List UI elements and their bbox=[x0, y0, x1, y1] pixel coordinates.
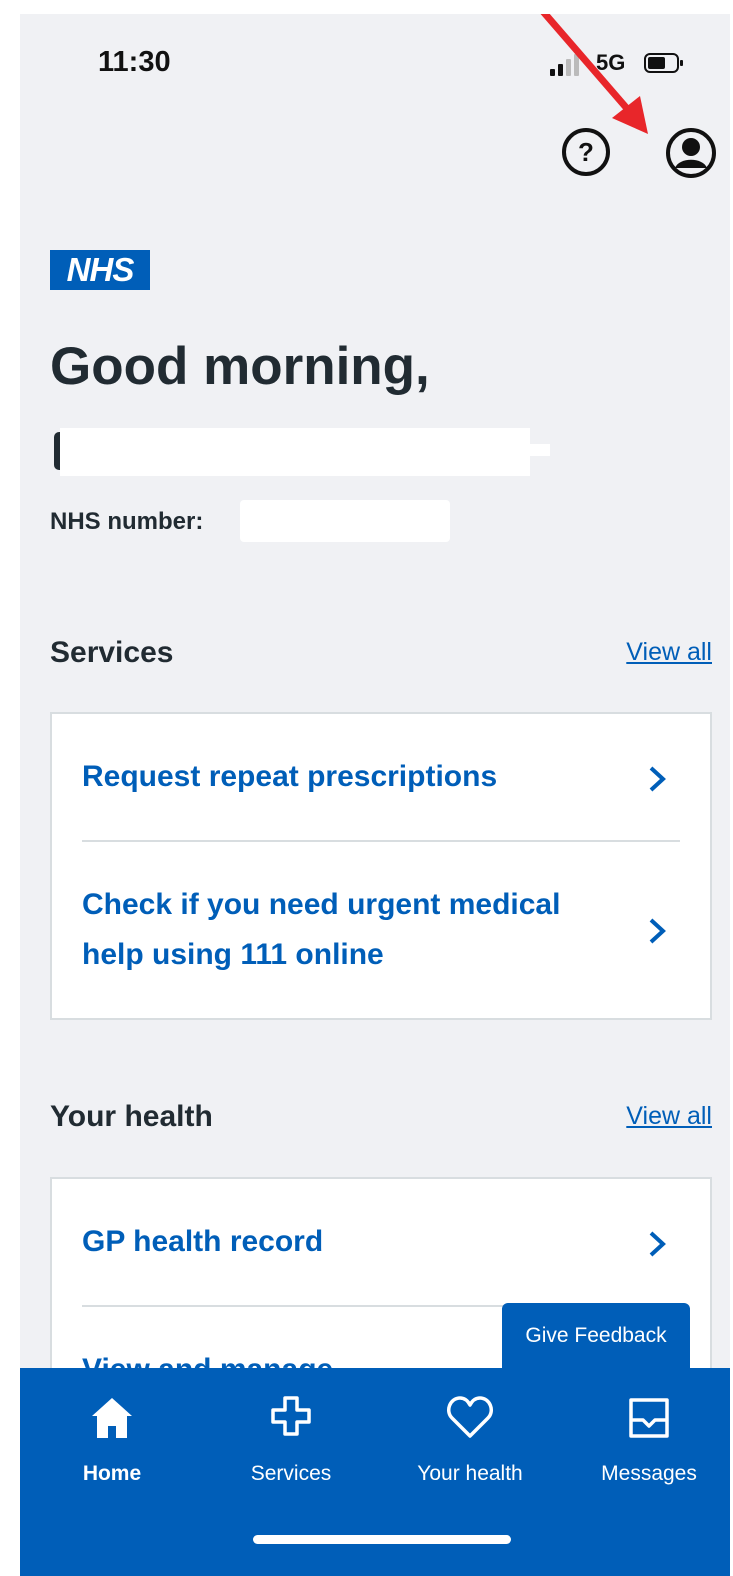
app-screen: 11:30 5G ? NHS Good morning, NHS number:… bbox=[20, 14, 730, 1576]
account-icon[interactable] bbox=[664, 126, 718, 180]
nhs-number-label: NHS number: bbox=[50, 508, 204, 535]
status-bar: 11:30 5G bbox=[20, 14, 730, 104]
svg-text:?: ? bbox=[578, 137, 594, 167]
nav-label-your-health: Your health bbox=[417, 1462, 523, 1485]
nav-item-your-health[interactable]: Your health bbox=[381, 1368, 559, 1498]
services-section-title: Services bbox=[50, 636, 174, 669]
help-icon[interactable]: ? bbox=[560, 126, 612, 178]
signal-icon bbox=[550, 54, 579, 76]
nhs-logo: NHS bbox=[50, 250, 150, 290]
redacted-name bbox=[54, 428, 550, 476]
bottom-nav: Home Services Your health Messages bbox=[20, 1368, 730, 1576]
chevron-right-icon bbox=[649, 918, 666, 944]
your-health-view-all-link[interactable]: View all bbox=[626, 1102, 712, 1131]
nav-item-services[interactable]: Services bbox=[202, 1368, 380, 1498]
health-item-gp-record[interactable]: GP health record bbox=[82, 1179, 680, 1307]
heart-icon bbox=[447, 1396, 493, 1438]
service-item-111-online[interactable]: Check if you need urgent medical help us… bbox=[82, 842, 680, 1018]
envelope-icon bbox=[629, 1398, 669, 1438]
nav-label-messages: Messages bbox=[601, 1462, 697, 1485]
service-item-repeat-prescriptions[interactable]: Request repeat prescriptions bbox=[82, 714, 680, 842]
nav-label-home: Home bbox=[82, 1462, 142, 1485]
your-health-section-title: Your health bbox=[50, 1100, 213, 1133]
battery-icon bbox=[644, 53, 683, 73]
chevron-right-icon bbox=[649, 766, 666, 792]
service-item-label: Check if you need urgent medical help us… bbox=[82, 888, 561, 971]
health-item-label: GP health record bbox=[82, 1225, 324, 1258]
plus-icon bbox=[271, 1396, 311, 1436]
chevron-right-icon bbox=[649, 1231, 666, 1257]
nav-label-services: Services bbox=[250, 1462, 332, 1485]
service-item-label: Request repeat prescriptions bbox=[82, 760, 498, 793]
services-card: Request repeat prescriptions Check if yo… bbox=[50, 712, 712, 1020]
nav-item-home[interactable]: Home bbox=[23, 1368, 201, 1498]
greeting-title: Good morning, bbox=[50, 337, 430, 396]
home-icon bbox=[92, 1398, 132, 1438]
network-type: 5G bbox=[596, 50, 626, 75]
status-time: 11:30 bbox=[98, 46, 171, 78]
give-feedback-button[interactable]: Give Feedback bbox=[502, 1303, 690, 1373]
nav-item-messages[interactable]: Messages bbox=[560, 1368, 730, 1498]
services-view-all-link[interactable]: View all bbox=[626, 638, 712, 667]
redacted-nhs-number bbox=[240, 500, 450, 542]
home-indicator bbox=[253, 1535, 511, 1544]
